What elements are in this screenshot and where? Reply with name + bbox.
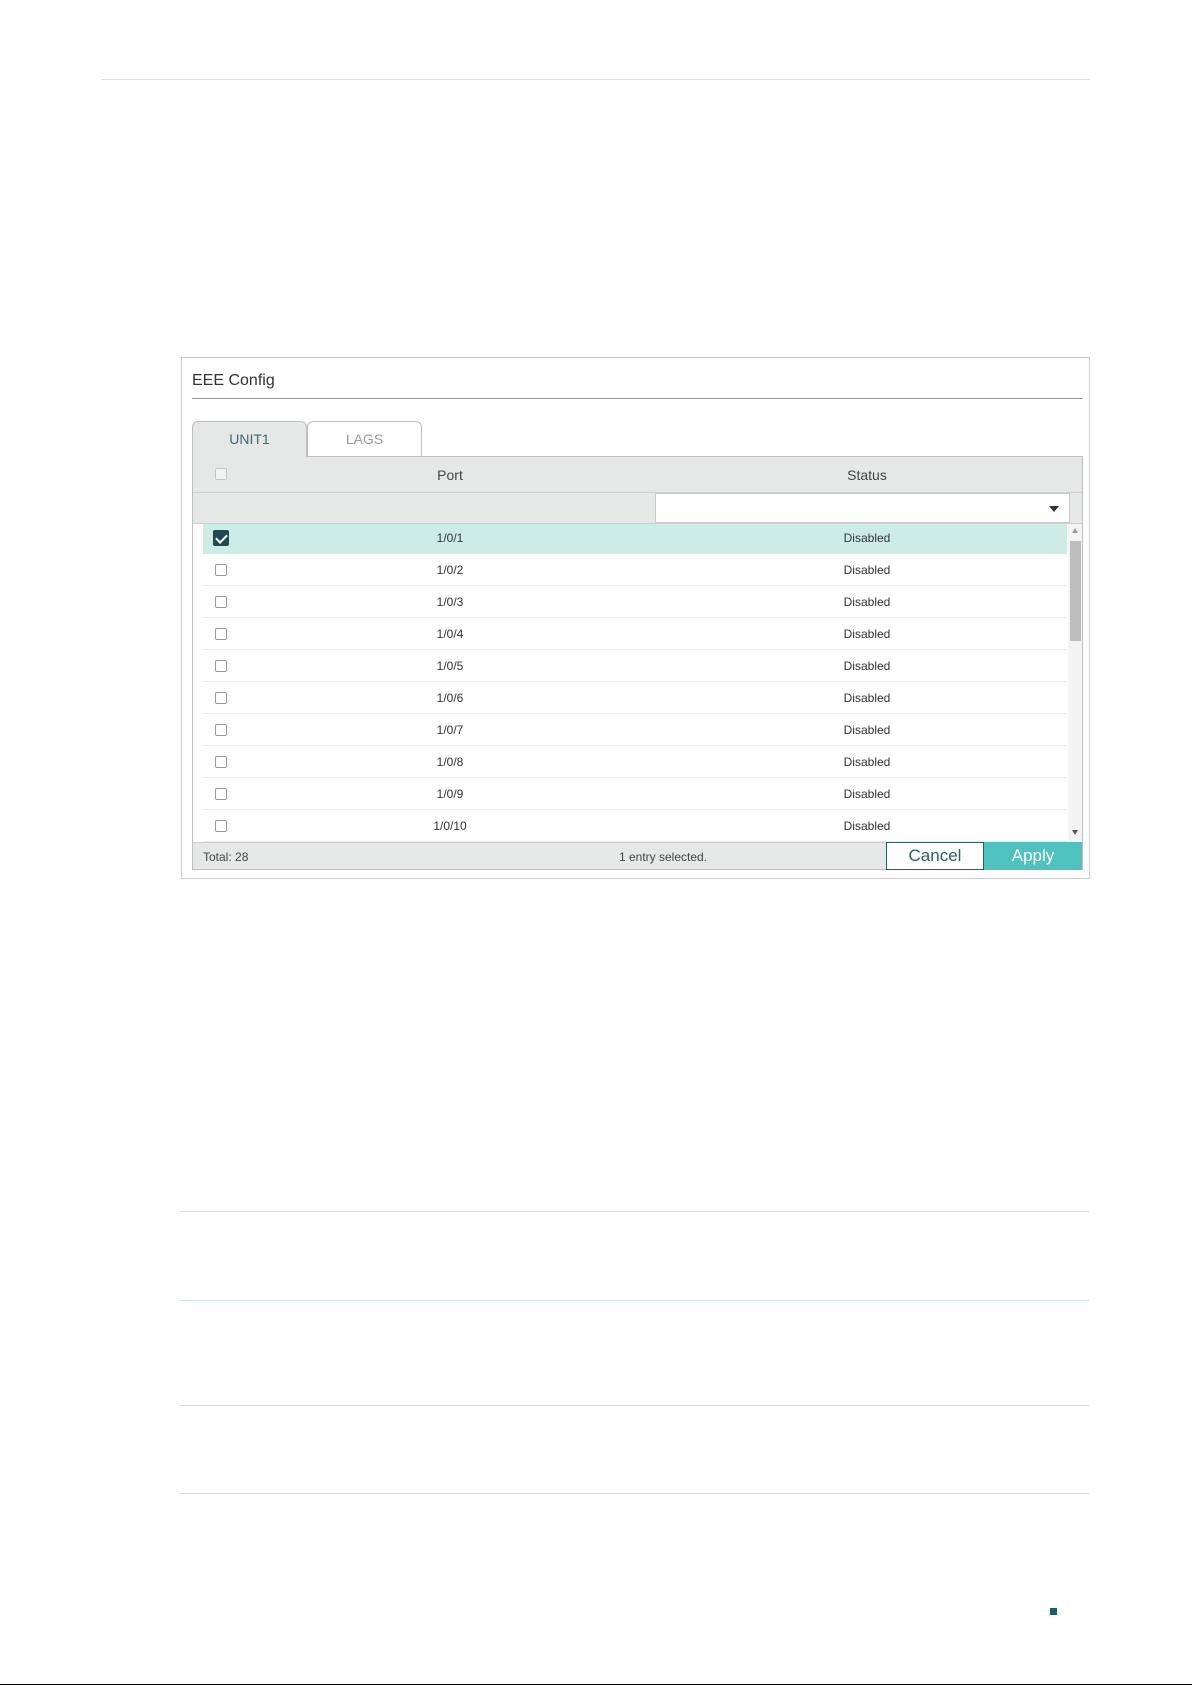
divider — [180, 1405, 1089, 1406]
column-header-port[interactable]: Port — [333, 467, 567, 483]
title-divider — [192, 398, 1083, 399]
port-cell: 1/0/9 — [436, 787, 464, 801]
port-cell: 1/0/4 — [436, 627, 464, 641]
tab-unit1[interactable]: UNIT1 — [192, 421, 307, 457]
row-checkbox[interactable] — [215, 628, 227, 640]
table-header: Port Status — [193, 457, 1082, 493]
port-cell: 1/0/10 — [433, 819, 467, 833]
status-cell: Disabled — [843, 691, 891, 705]
row-checkbox[interactable] — [215, 724, 227, 736]
status-filter-select[interactable] — [655, 493, 1070, 523]
port-cell: 1/0/3 — [436, 595, 464, 609]
table-footer: Total: 28 1 entry selected. Cancel Apply — [193, 842, 1082, 870]
selection-count: 1 entry selected. — [618, 850, 708, 864]
arrow-up-icon[interactable] — [1072, 528, 1078, 533]
status-cell: Disabled — [843, 595, 891, 609]
row-checkbox[interactable] — [215, 564, 227, 576]
row-checkbox[interactable] — [215, 788, 227, 800]
port-cell: 1/0/1 — [436, 531, 464, 545]
row-checkbox[interactable] — [215, 596, 227, 608]
divider — [180, 1493, 1089, 1494]
row-checkbox[interactable] — [215, 692, 227, 704]
port-cell: 1/0/7 — [436, 723, 464, 737]
status-cell: Disabled — [843, 819, 891, 833]
tab-lags[interactable]: LAGS — [307, 421, 422, 456]
panel-title: EEE Config — [192, 372, 275, 389]
top-divider — [101, 79, 1090, 80]
port-cell: 1/0/2 — [436, 563, 464, 577]
row-checkbox[interactable] — [215, 660, 227, 672]
divider — [180, 1211, 1089, 1212]
table-row[interactable]: 1/0/5 Disabled — [203, 650, 1067, 682]
port-cell: 1/0/6 — [436, 691, 464, 705]
table-row[interactable]: 1/0/2 Disabled — [203, 554, 1067, 586]
status-cell: Disabled — [843, 531, 891, 545]
status-cell: Disabled — [843, 723, 891, 737]
table-row[interactable]: 1/0/6 Disabled — [203, 682, 1067, 714]
select-all-checkbox[interactable] — [215, 468, 227, 480]
column-header-status[interactable]: Status — [667, 467, 1067, 483]
row-checkbox[interactable] — [215, 820, 227, 832]
port-cell: 1/0/8 — [436, 755, 464, 769]
row-checkbox-checked[interactable] — [213, 530, 229, 546]
table-row[interactable]: 1/0/4 Disabled — [203, 618, 1067, 650]
table-row[interactable]: 1/0/8 Disabled — [203, 746, 1067, 778]
page-corner-mark — [1050, 1608, 1057, 1615]
status-cell: Disabled — [843, 563, 891, 577]
table-row[interactable]: 1/0/9 Disabled — [203, 778, 1067, 810]
vertical-scrollbar[interactable] — [1068, 524, 1082, 842]
table-row[interactable]: 1/0/1 Disabled — [203, 524, 1067, 554]
row-checkbox[interactable] — [215, 756, 227, 768]
filter-row — [193, 493, 1082, 524]
status-cell: Disabled — [843, 755, 891, 769]
scroll-thumb[interactable] — [1070, 541, 1081, 641]
table-row[interactable]: 1/0/10 Disabled — [203, 810, 1067, 842]
arrow-down-icon[interactable] — [1072, 830, 1078, 835]
port-table: Port Status 1/0/1 Disabled 1/0/2 Disabled 1/… — [192, 456, 1083, 870]
divider — [180, 1300, 1089, 1301]
total-count: Total: 28 — [203, 850, 249, 864]
chevron-down-icon — [1049, 506, 1059, 512]
port-cell: 1/0/5 — [436, 659, 464, 673]
table-row[interactable]: 1/0/7 Disabled — [203, 714, 1067, 746]
cancel-button[interactable]: Cancel — [886, 842, 984, 870]
eee-config-panel: EEE Config UNIT1 LAGS Port Status 1/0/1 D… — [181, 357, 1090, 879]
status-cell: Disabled — [843, 787, 891, 801]
apply-button[interactable]: Apply — [984, 842, 1082, 870]
table-body: 1/0/1 Disabled 1/0/2 Disabled 1/0/3 Disabled 1… — [193, 524, 1067, 842]
status-cell: Disabled — [843, 659, 891, 673]
table-row[interactable]: 1/0/3 Disabled — [203, 586, 1067, 618]
status-cell: Disabled — [843, 627, 891, 641]
